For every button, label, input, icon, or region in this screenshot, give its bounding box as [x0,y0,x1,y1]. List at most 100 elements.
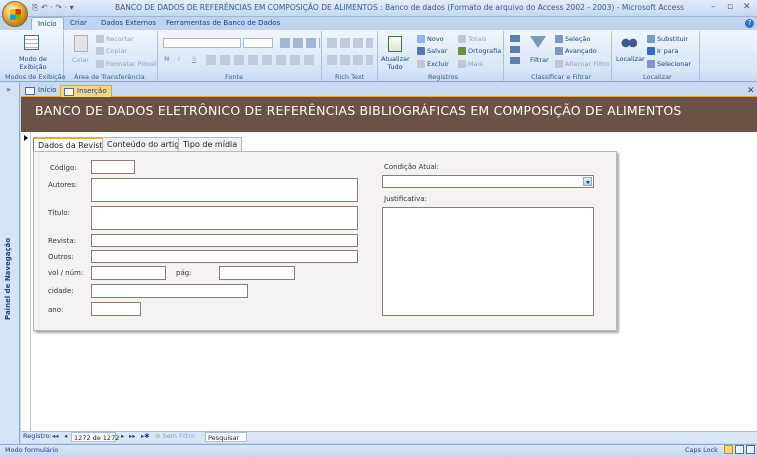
condicao-atual-label: Condição Atual: [384,163,440,171]
replace-button[interactable]: Substituir [647,35,688,43]
vol-num-label: vol / núm: [48,269,84,277]
outros-field[interactable] [91,250,358,263]
previous-record-button[interactable]: ◂ [64,432,67,440]
new-record-icon [417,35,425,43]
justificativa-label: Justificativa: [384,195,427,203]
close-button[interactable]: ✕ [743,2,751,12]
cut-button[interactable]: Recortar [96,35,134,43]
quick-access-toolbar[interactable]: ⎘ ↶ · ↷ · ▾ [32,3,74,13]
tab-criar[interactable]: Criar [64,17,93,30]
first-record-button[interactable]: ◂◂ [52,432,59,440]
find-button[interactable]: Localizar [616,55,645,63]
view-mode-button[interactable]: Modo de Exibição [18,55,48,71]
format-painter-button[interactable]: Formatar Pincel [96,60,157,68]
form-tab-conteudo-artigo[interactable]: Conteúdo do artigo [102,137,190,151]
filter-button[interactable]: Filtrar [530,56,549,64]
brush-icon [96,60,104,68]
copy-button[interactable]: Copiar [96,47,127,55]
form-view-icon[interactable] [724,445,733,454]
spelling-icon [458,47,466,55]
form-title: BANCO DE DADOS ELETRÔNICO DE REFERÊNCIAS… [35,103,682,118]
font-format-buttons[interactable] [206,55,316,65]
ano-label: ano: [48,306,64,314]
filter-icon [530,36,546,48]
autores-label: Autores: [48,181,78,189]
refresh-all-button[interactable]: Atualizar Tudo [381,55,410,71]
design-view-icon[interactable] [746,445,755,454]
delete-record-button[interactable]: Excluir [417,60,449,68]
help-icon[interactable]: ? [745,19,754,28]
layout-view-icon[interactable] [735,445,744,454]
condicao-atual-select[interactable] [382,175,594,188]
form-tab-tipo-midia[interactable]: Tipo de mídia [178,137,243,151]
refresh-icon [388,36,402,52]
selection-button[interactable]: Seleção [555,35,590,43]
spelling-label: Ortografia [468,47,502,55]
pag-field[interactable] [219,266,295,280]
copy-label: Copiar [106,47,128,55]
new-record-nav-button[interactable]: ▸✱ [141,432,150,440]
sort-icons[interactable] [510,35,520,65]
more-label: Mais [468,60,483,68]
maximize-button[interactable]: ▫ [727,2,733,12]
nav-pane-toggle[interactable]: » [6,85,11,94]
bold-button[interactable]: N [164,55,169,63]
doc-tab-insercao[interactable]: Inserção [60,85,112,97]
toggle-filter-button[interactable]: Alternar Filtro [555,60,609,68]
rich-indent-buttons[interactable] [327,38,373,48]
totals-button[interactable]: Totais [458,35,487,43]
minimize-button[interactable]: – [711,2,716,12]
font-name-select[interactable] [163,38,241,48]
save-record-button[interactable]: Salvar [417,47,447,55]
italic-button[interactable]: I [178,55,180,63]
doc-tab-insercao-label: Inserção [77,87,107,95]
font-size-select[interactable] [243,38,273,48]
tab-dados-externos[interactable]: Dados Externos [95,17,162,30]
new-record-button[interactable]: Novo [417,35,444,43]
document-tab-strip [21,85,757,97]
doc-tab-inicio[interactable]: Início [22,85,61,97]
align-buttons[interactable] [280,38,320,48]
revista-field[interactable] [91,234,358,247]
totals-label: Totais [468,35,487,43]
current-record-field[interactable]: 1272 de 1272 [71,432,119,442]
form-icon [25,87,35,95]
tab-ferramentas-banco[interactable]: Ferramentas de Banco de Dados [160,17,286,30]
vol-num-field[interactable] [91,266,166,280]
scissors-icon [96,35,104,43]
goto-button[interactable]: Ir para [647,47,678,55]
ano-field[interactable] [91,302,141,316]
next-record-button[interactable]: ▸ [121,432,124,440]
revista-label: Revista: [48,237,76,245]
binoculars-icon [621,36,637,50]
office-button[interactable] [2,1,28,27]
paste-button[interactable]: Colar [72,56,89,64]
justificativa-field[interactable] [382,207,594,316]
rich-list-buttons[interactable] [327,55,373,65]
titulo-field[interactable] [91,206,358,230]
last-record-button[interactable]: ▸▸ [129,432,136,440]
underline-button[interactable]: S [192,55,196,63]
new-record-label: Novo [427,35,444,43]
no-filter-indicator[interactable]: ⊘ Sem Filtro [155,432,195,440]
group-label-fonte: Fonte [225,73,244,81]
spelling-button[interactable]: Ortografia [458,47,501,55]
form-tab-dados-revista[interactable]: Dados da Revista [33,137,113,151]
record-selector[interactable] [21,132,31,431]
close-document-icon[interactable]: ✕ [747,86,755,96]
chevron-down-icon[interactable] [583,177,592,186]
cidade-field[interactable] [91,284,248,298]
more-button[interactable]: Mais [458,60,483,68]
replace-icon [647,35,655,43]
autores-field[interactable] [91,178,358,202]
office-logo-icon [10,9,21,20]
select-button[interactable]: Selecionar [647,60,691,68]
goto-label: Ir para [657,47,679,55]
tab-inicio[interactable]: Início [31,17,64,30]
advanced-button[interactable]: Avançado [555,47,597,55]
codigo-field[interactable] [91,160,135,174]
cidade-label: cidade: [48,287,74,295]
search-box[interactable]: Pesquisar [205,432,247,442]
delete-label: Excluir [427,60,449,68]
select-icon [647,60,655,68]
